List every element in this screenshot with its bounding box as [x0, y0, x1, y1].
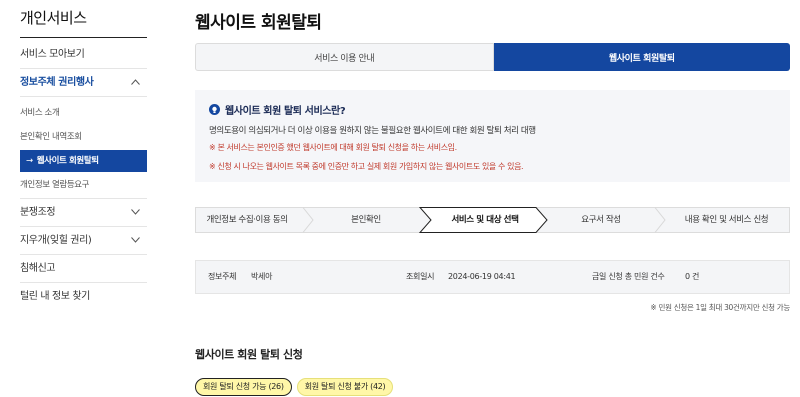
- sidebar-item-dispute[interactable]: 분쟁조정: [20, 199, 147, 227]
- info-heading-text: 웹사이트 회원 탈퇴 서비스란?: [225, 106, 346, 117]
- chevron-down-icon: [131, 237, 140, 245]
- status-summary: 정보주체 박세아 조회일시 2024-06-19 04:41 금일 신청 총 민…: [195, 260, 790, 294]
- info-note-2: ※ 신청 시 나오는 웹사이트 목록 중에 인증만 하고 실제 회원 가입하지 …: [209, 162, 524, 171]
- limit-footnote: ※ 민원 신청은 1일 최대 30건까지만 신청 가능: [650, 303, 790, 312]
- bulb-icon: [209, 104, 220, 115]
- sidebar-item-label: 지우개(잊힐 권리): [20, 235, 92, 246]
- subject-value: 박세아: [251, 272, 273, 281]
- section-title: 웹사이트 회원 탈퇴 신청: [195, 348, 303, 361]
- tab-service-guide[interactable]: 서비스 이용 안내: [195, 43, 494, 71]
- sidebar-subitem-intro[interactable]: 서비스 소개: [20, 101, 147, 125]
- info-note-1: ※ 본 서비스는 본인인증 했던 웹사이트에 대해 회원 탈퇴 신청을 하는 서…: [209, 143, 457, 152]
- sidebar-item-label: 털린 내 정보 찾기: [20, 291, 90, 302]
- sidebar-title: 개인서비스: [20, 0, 147, 38]
- step-confirm-submit: 내용 확인 및 서비스 신청: [684, 215, 769, 225]
- info-heading: 웹사이트 회원 탈퇴 서비스란?: [209, 102, 776, 117]
- tab-bar: 서비스 이용 안내 웹사이트 회원탈퇴: [195, 43, 790, 71]
- sidebar-subitem-label: 본인확인 내역조회: [20, 132, 82, 142]
- step-write-request: 요구서 작성: [581, 215, 621, 225]
- sidebar-item-eraser[interactable]: 지우개(잊힐 권리): [20, 227, 147, 255]
- page-title: 웹사이트 회원탈퇴: [195, 13, 322, 33]
- count-label: 금일 신청 총 민원 건수: [592, 272, 665, 281]
- step-select-service: 서비스 및 대상 선택: [451, 215, 519, 225]
- sidebar-item-leaked-info[interactable]: 털린 내 정보 찾기: [20, 283, 147, 311]
- main-content: 웹사이트 회원탈퇴 서비스 이용 안내 웹사이트 회원탈퇴 웹사이트 회원 탈퇴…: [195, 0, 790, 396]
- date-label: 조회일시: [406, 272, 435, 281]
- sidebar-subitem-withdrawal[interactable]: → 웹사이트 회원탈퇴: [20, 150, 147, 172]
- date-value: 2024-06-19 04:41: [448, 272, 516, 281]
- filter-unavailable-button[interactable]: 회원 탈퇴 신청 불가 (42): [296, 378, 394, 396]
- arrow-right-icon: →: [26, 156, 33, 166]
- sidebar-item-label: 침해신고: [20, 263, 56, 274]
- sidebar-item-label: 정보주체 권리행사: [20, 77, 94, 88]
- sidebar-subitem-label: 웹사이트 회원탈퇴: [36, 156, 99, 166]
- sidebar-subitem-info-request[interactable]: 개인정보 열람등요구: [20, 173, 147, 199]
- sidebar-subitem-auth-history[interactable]: 본인확인 내역조회: [20, 125, 147, 149]
- sidebar-item-label: 분쟁조정: [20, 207, 56, 218]
- sidebar-item-label: 서비스 모아보기: [20, 49, 85, 60]
- info-description: 명의도용이 의심되거나 더 이상 이용을 원하지 않는 불필요한 웹사이트에 대…: [209, 126, 536, 136]
- sidebar-item-infringement-report[interactable]: 침해신고: [20, 255, 147, 283]
- sidebar-subitem-label: 개인정보 열람등요구: [20, 180, 90, 190]
- tab-withdrawal[interactable]: 웹사이트 회원탈퇴: [493, 43, 790, 71]
- service-info-box: 웹사이트 회원 탈퇴 서비스란? 명의도용이 의심되거나 더 이상 이용을 원하…: [195, 90, 790, 182]
- filter-pills: 회원 탈퇴 신청 가능 (26) 회원 탈퇴 신청 불가 (42): [195, 378, 790, 396]
- step-identity: 본인확인: [351, 215, 381, 225]
- chevron-down-icon: [131, 209, 140, 217]
- chevron-up-icon: [131, 79, 140, 87]
- sidebar-item-rights[interactable]: 정보주체 권리행사: [20, 69, 147, 97]
- step-consent: 개인정보 수집·이용 동의: [206, 215, 288, 225]
- sidebar-item-service-overview[interactable]: 서비스 모아보기: [20, 41, 147, 69]
- count-value: 0 건: [685, 272, 700, 281]
- sidebar-subitem-label: 서비스 소개: [20, 108, 60, 118]
- sidebar: 개인서비스 서비스 모아보기 정보주체 권리행사 서비스 소개 본인확인 내역조…: [20, 0, 147, 311]
- progress-steps: 개인정보 수집·이용 동의 본인확인 서비스 및 대상 선택 요구서 작성 내용…: [195, 207, 790, 233]
- subject-label: 정보주체: [208, 272, 237, 281]
- filter-available-button[interactable]: 회원 탈퇴 신청 가능 (26): [195, 378, 292, 396]
